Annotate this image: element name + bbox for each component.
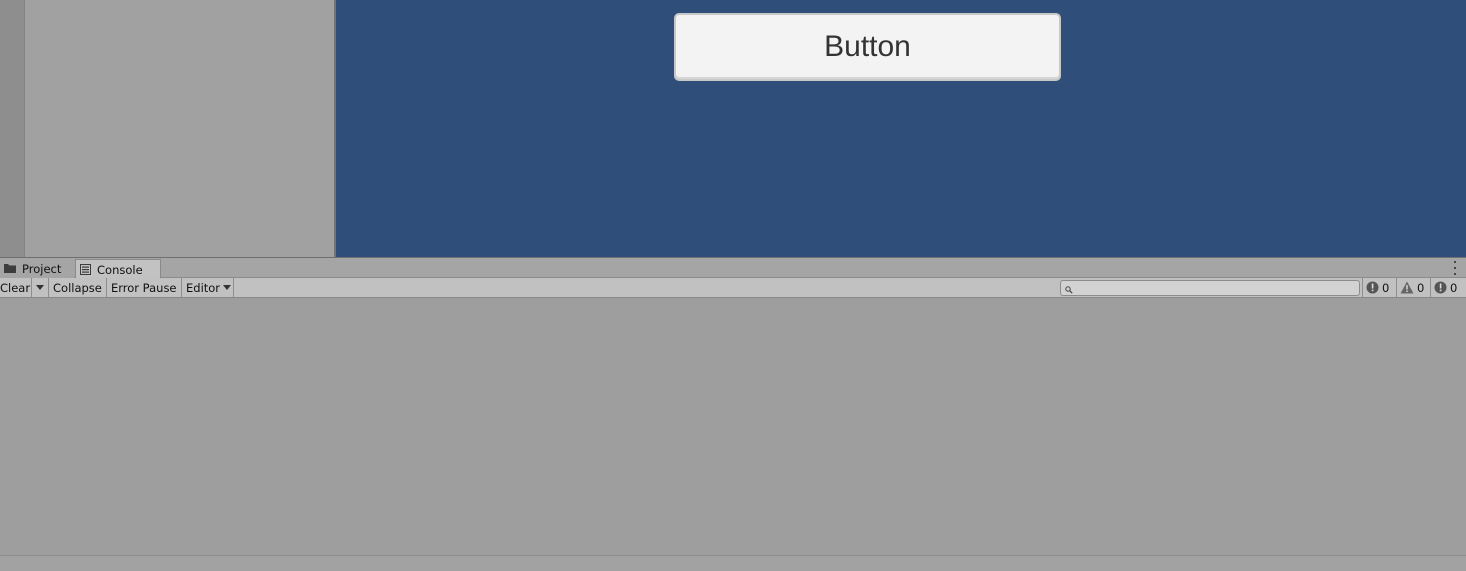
error-pause-button[interactable]: Error Pause [107, 278, 182, 297]
info-messages-toggle[interactable]: 0 [1362, 278, 1396, 297]
warning-count: 0 [1417, 280, 1425, 295]
console-log-list[interactable] [0, 299, 1466, 555]
tab-project[interactable]: Project [0, 259, 74, 278]
console-toolbar: Clear Collapse Error Pause Editor 0 0 0 [0, 278, 1466, 298]
console-search-field[interactable] [1060, 280, 1360, 296]
clear-button[interactable]: Clear [0, 278, 32, 297]
search-input[interactable] [1073, 281, 1343, 295]
console-detail-divider[interactable] [0, 555, 1466, 571]
clear-options-dropdown[interactable] [32, 278, 49, 297]
tab-console-label: Console [97, 262, 143, 277]
warning-icon [1400, 281, 1414, 294]
warning-messages-toggle[interactable]: 0 [1396, 278, 1430, 297]
info-count: 0 [1382, 280, 1390, 295]
folder-icon [4, 263, 17, 274]
left-edge-strip [0, 0, 25, 257]
editor-target-label: Editor [186, 280, 221, 295]
collapse-button[interactable]: Collapse [49, 278, 107, 297]
console-icon [80, 264, 92, 275]
info-icon [1366, 281, 1379, 294]
panel-menu-icon[interactable] [1452, 261, 1458, 275]
bottom-dock: Project Console Clear Collapse Error Pau… [0, 257, 1466, 571]
hierarchy-panel[interactable] [25, 0, 335, 257]
error-count: 0 [1450, 280, 1458, 295]
editor-target-dropdown[interactable]: Editor [182, 278, 234, 297]
error-icon [1434, 281, 1447, 294]
dock-tab-bar: Project Console [0, 258, 1466, 279]
tab-console[interactable]: Console [75, 259, 161, 279]
chevron-down-icon [223, 285, 232, 290]
game-ui-button[interactable]: Button [674, 13, 1061, 81]
game-view[interactable]: Button [336, 0, 1466, 257]
tab-project-label: Project [22, 261, 62, 276]
chevron-down-icon [36, 285, 44, 290]
editor-top-area: Button [0, 0, 1466, 257]
search-icon [1065, 279, 1073, 298]
error-messages-toggle[interactable]: 0 [1430, 278, 1466, 297]
